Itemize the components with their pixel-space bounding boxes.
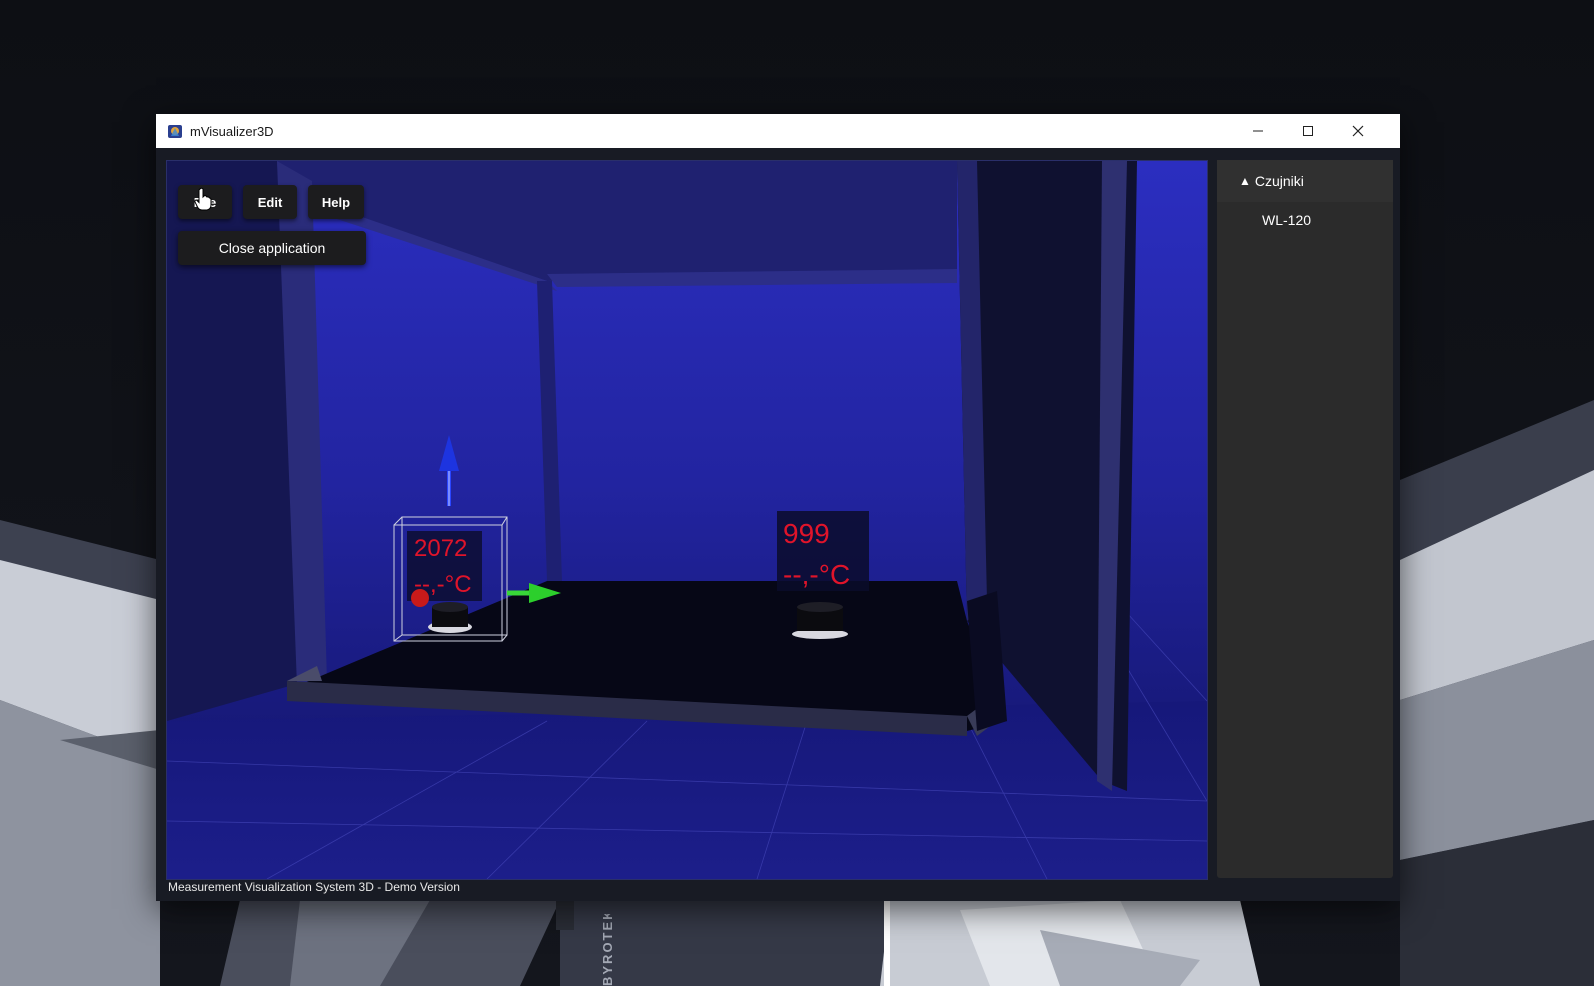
title-bar[interactable]: mVisualizer3D [156,114,1400,148]
sensor-2-value: 999 [783,518,830,549]
sensors-panel: ▲ Czujniki WL-120 [1217,160,1393,878]
window-title: mVisualizer3D [190,123,274,139]
sensors-panel-header[interactable]: ▲ Czujniki [1217,160,1393,202]
minimize-icon [1253,130,1263,132]
close-button[interactable] [1333,114,1383,148]
triangle-up-icon: ▲ [1239,174,1251,188]
help-menu-button[interactable]: Help [308,185,364,219]
maximize-button[interactable] [1283,114,1333,148]
edit-menu-button[interactable]: Edit [243,185,297,219]
3d-viewport[interactable]: 2072 --,-°C 999 --,-°C File Edit Help Cl… [166,160,1208,880]
wallpaper-text: BYROTEK [600,914,615,986]
status-bar-text: Measurement Visualization System 3D - De… [168,880,460,894]
close-application-menu-item[interactable]: Close application [178,231,366,265]
maximize-icon [1303,126,1313,136]
app-icon [166,122,184,140]
sensor-1-value: 2072 [414,535,468,562]
sensor-2-temperature: --,-°C [783,559,851,590]
sensor-1-temperature: --,-°C [414,571,472,598]
minimize-button[interactable] [1233,114,1283,148]
hand-cursor-icon [194,187,212,211]
sensor-list-item[interactable]: WL-120 [1217,204,1393,236]
close-icon [1352,125,1364,137]
3d-scene [167,161,1207,879]
app-window: mVisualizer3D 2072 --,-°C 999 --,-°C Edi… [156,114,1400,901]
